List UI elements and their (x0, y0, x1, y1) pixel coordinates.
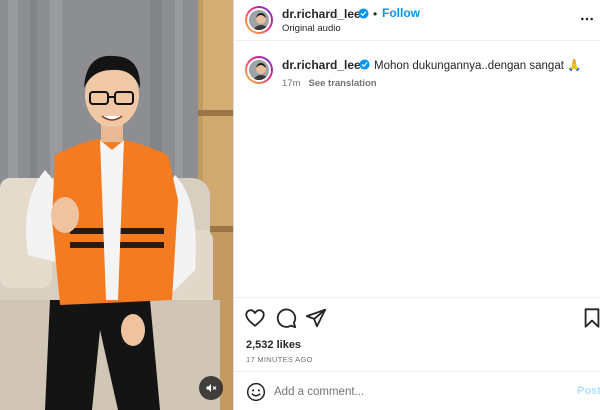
action-bar (234, 297, 600, 337)
avatar-image (249, 60, 269, 80)
post-side-panel: dr.richard_lee • Follow Original audio d… (234, 0, 600, 410)
verified-badge-icon (358, 8, 369, 19)
caption-author-avatar[interactable] (245, 56, 273, 84)
post-media-video[interactable] (0, 0, 233, 410)
heart-icon[interactable] (244, 307, 266, 329)
emoji-icon[interactable] (246, 382, 266, 402)
author-username[interactable]: dr.richard_lee (282, 7, 361, 21)
bookmark-icon[interactable] (581, 307, 600, 329)
post-age: 17m (282, 78, 301, 89)
caption-meta: 17m See translation (282, 78, 377, 89)
add-comment-input[interactable] (274, 382, 564, 402)
comment-icon[interactable] (275, 307, 297, 329)
verified-badge-icon (359, 59, 370, 70)
mute-toggle-button[interactable] (199, 376, 223, 400)
caption-text: Mohon dukungannya..dengan sangat 🙏 (374, 60, 582, 72)
original-audio-link[interactable]: Original audio (282, 23, 341, 34)
post-timestamp: 17 MINUTES AGO (246, 355, 313, 364)
comment-bar: Post (234, 371, 600, 410)
likes-count[interactable]: 2,532 likes (246, 339, 301, 351)
video-frame-illustration (0, 0, 233, 410)
muted-speaker-icon (206, 384, 217, 392)
follow-button[interactable]: Follow (382, 6, 420, 20)
author-avatar[interactable] (245, 6, 273, 34)
more-options-icon[interactable] (580, 12, 594, 26)
caption-username[interactable]: dr.richard_lee (282, 58, 361, 72)
post-header: dr.richard_lee • Follow Original audio (234, 0, 600, 41)
see-translation-link[interactable]: See translation (308, 78, 376, 89)
avatar-image (249, 10, 269, 30)
share-icon[interactable] (305, 307, 327, 329)
post-comment-button[interactable]: Post (577, 385, 600, 397)
header-separator: • (373, 7, 378, 21)
